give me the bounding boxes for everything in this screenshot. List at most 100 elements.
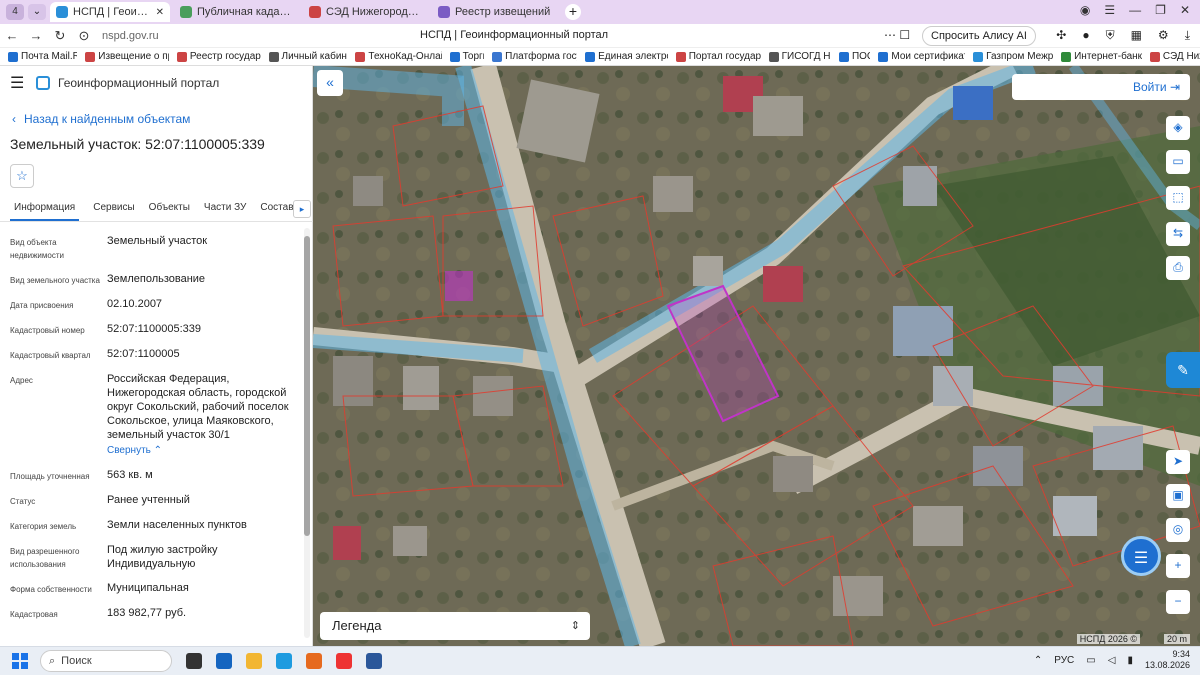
extension-puzzle-icon[interactable]: ✣	[1056, 28, 1066, 43]
extensions-icon[interactable]: ⚙	[1158, 28, 1169, 43]
bookmark-item[interactable]: Платформа госуд	[492, 51, 577, 62]
back-arrow-icon[interactable]: ←	[0, 28, 24, 43]
menu-icon[interactable]: ☰	[1104, 3, 1115, 17]
favorite-star-icon[interactable]: ☆	[10, 164, 34, 188]
bookmark-item[interactable]: ТехноКад-Онлайн	[355, 51, 442, 62]
tab-information[interactable]: Информация	[10, 198, 80, 221]
chevron-up-down-icon: ⇕	[570, 620, 580, 632]
bookmark-favicon-icon	[176, 51, 187, 62]
layers-icon[interactable]: ◈	[1166, 116, 1190, 140]
security-icon[interactable]: ⊙	[72, 28, 96, 44]
close-icon[interactable]: ✕	[156, 7, 164, 18]
task-view-icon[interactable]	[186, 653, 202, 669]
reload-icon[interactable]: ↻	[48, 28, 72, 44]
bookmark-item[interactable]: Единая электрон	[585, 51, 668, 62]
profile-icon[interactable]: ◉	[1080, 3, 1090, 17]
property-row: Вид разрешенного использования Под жилую…	[10, 544, 218, 570]
login-button[interactable]: Войти ⇥	[1012, 74, 1190, 100]
print-icon[interactable]: ⎙	[1166, 256, 1190, 280]
windows-taskbar: ⌕ Поиск ⌃ РУС ▭ ◁ ▮ 9:34 13.08.2026	[0, 646, 1200, 675]
clock[interactable]: 9:34 13.08.2026	[1145, 649, 1190, 671]
tab-list-chevron-icon[interactable]: ⌄	[28, 4, 46, 20]
basemap-icon[interactable]: ▣	[1166, 484, 1190, 508]
back-to-results-link[interactable]: ‹ Назад к найденным объектам	[12, 112, 312, 126]
maximize-icon[interactable]: ❐	[1155, 3, 1166, 17]
map-favicon-icon	[180, 6, 192, 18]
hamburger-menu-icon[interactable]: ☰	[10, 73, 32, 93]
chat-side-badge-icon[interactable]: ✎	[1166, 352, 1200, 388]
grid-icon[interactable]: ▦	[1131, 28, 1142, 43]
tab-nspd[interactable]: НСПД | Геоинформацио ✕	[50, 2, 170, 22]
extension-red-icon[interactable]: ●	[1082, 28, 1089, 43]
download-icon[interactable]: ⤓	[1185, 28, 1190, 43]
property-row: Дата присвоения 02.10.2007	[10, 298, 163, 310]
tab-parts[interactable]: Части ЗУ	[204, 198, 246, 221]
bookmark-item[interactable]: Мои сертификаты	[878, 51, 965, 62]
file-explorer-icon[interactable]	[246, 653, 262, 669]
extension-icons: ✣ ● ⛨ ▦ ⚙ ⤓	[1056, 28, 1190, 43]
share-icon[interactable]: ⇆	[1166, 222, 1190, 246]
firefox-icon[interactable]	[306, 653, 322, 669]
bookmark-item[interactable]: ПОС	[838, 51, 870, 62]
tab-objects[interactable]: Объекты	[149, 198, 190, 221]
bookmark-favicon-icon	[449, 51, 460, 62]
close-window-icon[interactable]: ✕	[1180, 3, 1190, 17]
bookmark-favicon-icon	[1149, 51, 1160, 62]
ask-alice-button[interactable]: Спросить Алису AI	[922, 26, 1036, 46]
bookmark-item[interactable]: Реестр государст	[176, 51, 261, 62]
battery-icon[interactable]: ▮	[1127, 655, 1133, 666]
bookmark-item[interactable]: Портал государст	[675, 51, 761, 62]
tab-composition[interactable]: Состав	[260, 198, 293, 221]
page-title: НСПД | Геоинформационный портал	[420, 29, 609, 41]
yandex-browser-icon[interactable]	[336, 653, 352, 669]
url-field[interactable]: nspd.gov.ru	[102, 30, 159, 42]
volume-icon[interactable]: ◁	[1108, 655, 1116, 666]
ruler-icon[interactable]: ▭	[1166, 150, 1190, 174]
taskbar-search[interactable]: ⌕ Поиск	[40, 650, 172, 672]
bookmark-item[interactable]: СЭД Ниж	[1149, 51, 1200, 62]
word-icon[interactable]	[366, 653, 382, 669]
shield-icon[interactable]: ⛨	[1106, 28, 1115, 43]
chat-button-icon[interactable]: ☰	[1121, 536, 1161, 576]
tab-sed[interactable]: СЭД Нижегородская обл	[303, 2, 428, 22]
tab-public-cadastral[interactable]: Публичная кадастровая	[174, 2, 299, 22]
windows-start-icon[interactable]	[12, 653, 28, 669]
property-row: Категория земель Земли населенных пункто…	[10, 519, 247, 531]
map-copyright: НСПД 2026 ©	[1076, 634, 1140, 644]
tabs-scroll-right-icon[interactable]: ▸	[293, 200, 311, 218]
more-dots-icon[interactable]: ⋯ ☐	[884, 28, 910, 42]
tab-registry[interactable]: Реестр извещений	[432, 2, 557, 22]
language-indicator[interactable]: РУС	[1054, 655, 1074, 666]
satellite-map[interactable]	[313, 66, 1200, 646]
bookmark-item[interactable]: Извещение о про	[85, 51, 169, 62]
edge-icon[interactable]	[276, 653, 292, 669]
network-icon[interactable]: ▭	[1086, 655, 1095, 666]
bookmark-item[interactable]: Личный кабинет	[268, 51, 347, 62]
zoom-out-icon[interactable]: −	[1166, 590, 1190, 614]
legend-dropdown[interactable]: Легенда ⇕	[320, 612, 590, 640]
chevron-up-icon[interactable]: ⌃	[1034, 655, 1042, 666]
collapse-panel-button[interactable]: «	[317, 70, 343, 96]
map-view[interactable]: « Войти ⇥ ◈ ▭ ⬚ ⇆ ⎙ ✎ ➤ ▣ ◎ ☰ + − Легенд…	[313, 66, 1200, 646]
login-icon: ⇥	[1169, 80, 1180, 94]
map-scale: 20 m	[1163, 634, 1190, 644]
bookmark-item[interactable]: Газпром Межрег	[973, 51, 1053, 62]
bookmark-favicon-icon	[585, 51, 596, 62]
select-area-icon[interactable]: ⬚	[1166, 186, 1190, 210]
collapse-link[interactable]: Свернуть ⌃	[107, 444, 297, 458]
forward-arrow-icon[interactable]: →	[24, 28, 48, 43]
scrollbar-thumb[interactable]	[304, 236, 310, 536]
bookmark-item[interactable]: Интернет-банк Р	[1061, 51, 1142, 62]
locate-icon[interactable]: ➤	[1166, 450, 1190, 474]
bookmark-item[interactable]: Торги	[449, 51, 484, 62]
zoom-in-icon[interactable]: +	[1166, 554, 1190, 578]
bookmark-item[interactable]: Почта Mail.Ru	[8, 51, 77, 62]
tab-services[interactable]: Сервисы	[93, 198, 134, 221]
new-tab-plus-icon[interactable]: +	[565, 4, 581, 20]
panel-scrollbar[interactable]	[304, 228, 310, 638]
workspace-badge[interactable]: 4	[6, 4, 24, 20]
bookmark-item[interactable]: ГИСОГД НО	[768, 51, 831, 62]
minimize-icon[interactable]: —	[1129, 3, 1141, 17]
geolocation-icon[interactable]: ◎	[1166, 518, 1190, 542]
app-icon[interactable]	[216, 653, 232, 669]
